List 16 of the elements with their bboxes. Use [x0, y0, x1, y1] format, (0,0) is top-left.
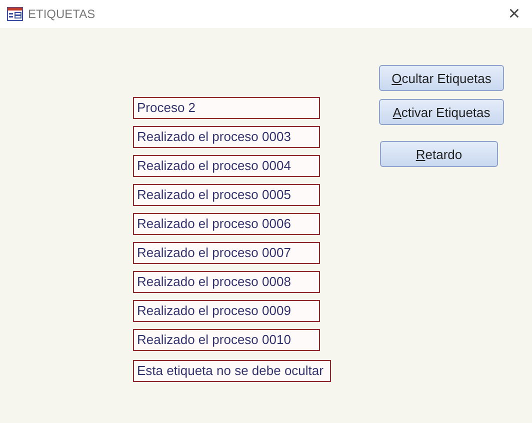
text-label: Realizado el proceso 0003 [133, 126, 320, 148]
command-button[interactable]: Ocultar Etiquetas [379, 65, 504, 91]
text-label: Realizado el proceso 0005 [133, 184, 320, 206]
text-label: Realizado el proceso 0008 [133, 271, 320, 293]
close-button[interactable]: × [502, 4, 526, 24]
command-button[interactable]: Activar Etiquetas [379, 99, 504, 125]
text-label: Realizado el proceso 0009 [133, 300, 320, 322]
window-title: ETIQUETAS [28, 7, 96, 21]
form-icon [7, 7, 23, 21]
text-label: Realizado el proceso 0010 [133, 329, 320, 351]
text-label: Proceso 2 [133, 97, 320, 119]
text-label: Realizado el proceso 0007 [133, 242, 320, 264]
text-label: Realizado el proceso 0004 [133, 155, 320, 177]
text-label: Esta etiqueta no se debe ocultar [133, 360, 332, 382]
command-button[interactable]: Retardo [380, 141, 498, 167]
text-label: Realizado el proceso 0006 [133, 213, 320, 235]
